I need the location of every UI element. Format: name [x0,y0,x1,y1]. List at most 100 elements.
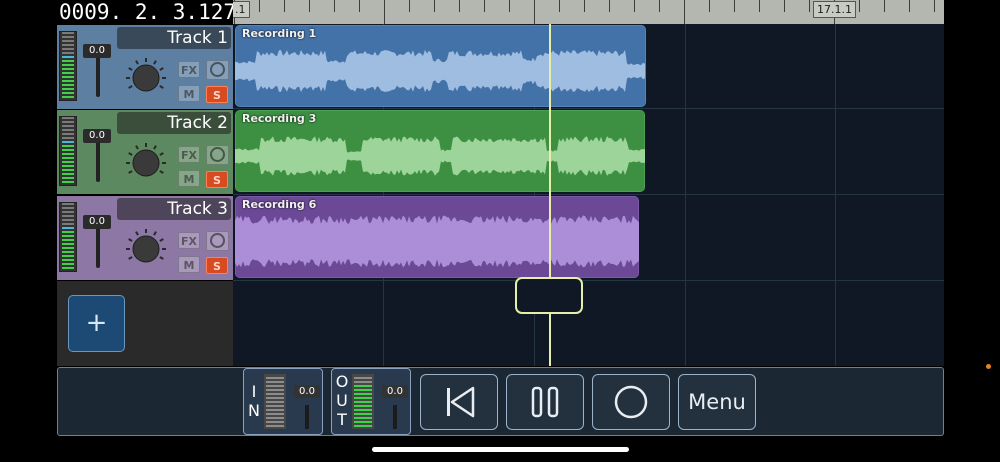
fx-button[interactable]: FX [178,61,200,78]
meter-segment [62,227,74,229]
meter-segment [354,397,372,399]
meter-segment [62,153,74,155]
record-button[interactable] [592,374,670,430]
meter-segment [62,149,74,151]
meter-segment [62,211,74,213]
track-header-3[interactable]: 0.0 Track 3 FX M S [57,196,233,280]
ruler-tick [509,0,510,12]
track-name[interactable]: Track 2 [117,112,231,134]
record-arm-button[interactable] [206,231,229,251]
meter-segment [62,84,74,86]
output-level-panel[interactable]: O U T 0.0 [331,368,411,435]
meter-segment [266,421,284,423]
ruler-tick [334,0,335,12]
record-arm-icon [210,147,225,162]
ruler-marker: 17.1.1 [813,1,856,18]
menu-button[interactable]: Menu [678,374,756,430]
ruler-tick [359,0,360,12]
meter-segment [354,421,372,423]
meter-segment [62,117,74,119]
grid-line [685,24,686,366]
clip-recording-3[interactable]: Recording 3 [235,110,645,192]
meter-segment [354,413,372,415]
pan-knob-icon[interactable] [125,228,167,270]
ruler-tick [484,0,485,12]
track-name[interactable]: Track 1 [117,27,231,49]
record-arm-button[interactable] [206,60,229,80]
ruler-tick [559,0,560,12]
meter-segment [62,173,74,175]
track-volume-value: 0.0 [83,44,111,58]
rewind-to-start-button[interactable] [420,374,498,430]
meter-segment [266,405,284,407]
meter-segment [62,181,74,183]
ruler-tick [659,0,660,12]
meter-segment [62,125,74,127]
meter-segment [266,389,284,391]
playhead-handle[interactable] [515,277,583,314]
meter-segment [266,417,284,419]
position-counter[interactable]: 0009. 2. 3.127 [57,0,235,24]
meter-segment [354,401,372,403]
pause-button[interactable] [506,374,584,430]
fx-button[interactable]: FX [178,146,200,163]
meter-segment [266,401,284,403]
ruler-tick [859,0,860,12]
input-volume-fader[interactable] [305,405,309,429]
clip-recording-1[interactable]: Recording 1 [235,25,646,107]
ruler-tick [734,0,735,12]
meter-segment [354,389,372,391]
input-level-panel[interactable]: I N 0.0 [243,368,323,435]
input-letter: N [248,401,260,420]
track-header-1[interactable]: 0.0 Track 1 FX M S [57,25,233,109]
track-name[interactable]: Track 3 [117,198,231,220]
meter-segment [266,381,284,383]
meter-segment [62,251,74,253]
ruler-tick [584,0,585,12]
meter-segment [62,145,74,147]
pan-knob-icon[interactable] [125,142,167,184]
status-dot [986,364,991,369]
meter-segment [62,137,74,139]
ruler-tick [934,0,935,12]
solo-button[interactable]: S [206,257,228,274]
meter-segment [62,255,74,257]
meter-segment [354,405,372,407]
ruler-left-marker: .1 [233,1,250,18]
solo-button[interactable]: S [206,171,228,188]
fx-button[interactable]: FX [178,232,200,249]
output-letter: U [336,391,348,410]
meter-segment [62,263,74,265]
meter-segment [62,96,74,98]
meter-segment [62,141,74,143]
home-indicator[interactable] [372,447,629,452]
meter-segment [62,161,74,163]
clip-recording-6[interactable]: Recording 6 [235,196,639,278]
meter-segment [62,247,74,249]
meter-segment [62,231,74,233]
meter-segment [62,165,74,167]
meter-segment [62,235,74,237]
meter-segment [354,393,372,395]
meter-segment [62,32,74,34]
output-volume-fader[interactable] [393,405,397,429]
record-arm-button[interactable] [206,145,229,165]
meter-segment [266,425,284,427]
track-header-2[interactable]: 0.0 Track 2 FX M S [57,110,233,194]
meter-segment [62,169,74,171]
meter-segment [62,80,74,82]
meter-segment [62,48,74,50]
playhead[interactable] [549,24,551,366]
meter-segment [62,207,74,209]
mute-button[interactable]: M [178,85,200,102]
pan-knob-icon[interactable] [125,57,167,99]
meter-segment [62,40,74,42]
clip-label: Recording 1 [242,27,317,40]
solo-button[interactable]: S [206,86,228,103]
mute-button[interactable]: M [178,170,200,187]
meter-segment [62,267,74,269]
add-track-button[interactable]: + [68,295,125,352]
timeline-ruler[interactable]: .1 17.1.1 [233,0,944,24]
clip-label: Recording 6 [242,198,317,211]
mute-button[interactable]: M [178,256,200,273]
